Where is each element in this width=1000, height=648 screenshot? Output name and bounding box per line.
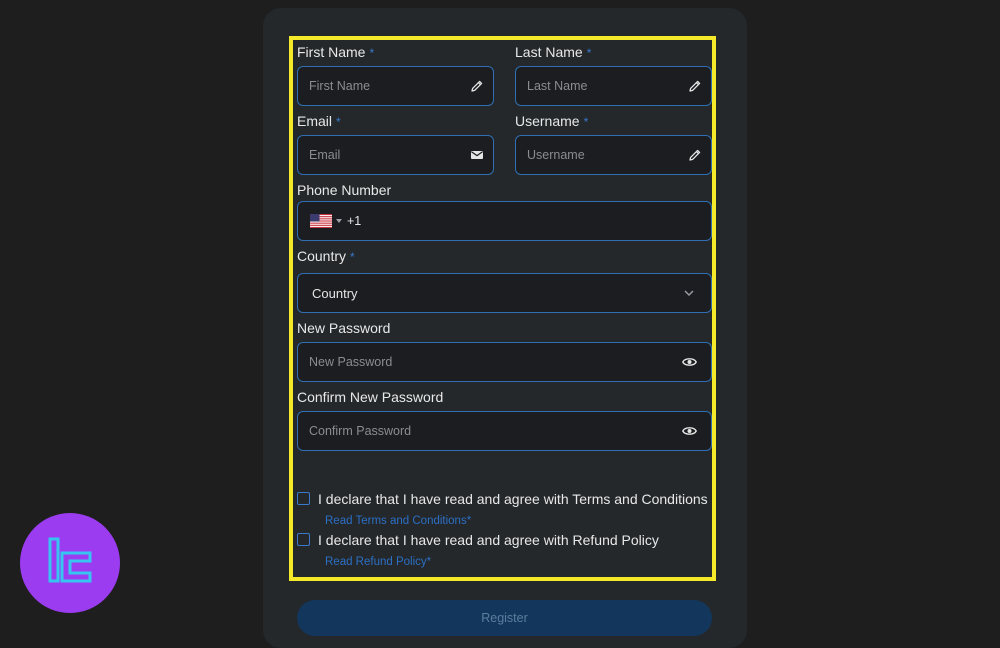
highlight-frame bbox=[289, 36, 716, 581]
brand-logo bbox=[20, 513, 120, 613]
logo-mark-icon bbox=[48, 537, 92, 583]
register-button[interactable]: Register bbox=[297, 600, 712, 636]
